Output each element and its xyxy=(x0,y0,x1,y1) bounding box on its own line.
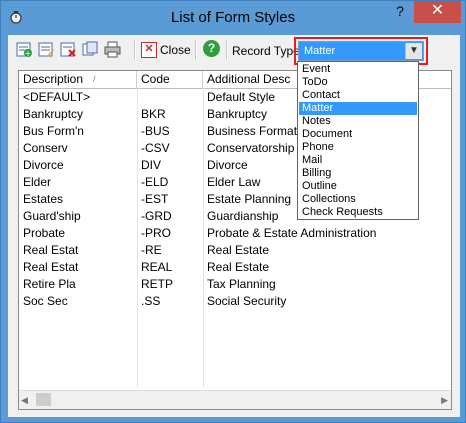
column-header-description[interactable]: Description / xyxy=(19,71,137,88)
cell-description: Bus Form'n xyxy=(23,124,84,138)
table-row[interactable]: Probate -PRO Probate & Estate Administrati… xyxy=(19,225,451,242)
sort-indicator-icon: / xyxy=(93,74,96,84)
cell-description: Conserv xyxy=(23,141,68,155)
scroll-thumb[interactable] xyxy=(36,393,51,406)
dropdown-option[interactable]: Outline xyxy=(299,180,417,193)
dropdown-option[interactable]: Check Requests xyxy=(299,206,417,219)
table-row[interactable]: Real Estat REAL Real Estate xyxy=(19,259,451,276)
cell-additional-desc: Real Estate xyxy=(207,260,270,274)
cell-description: Real Estat xyxy=(23,243,79,257)
record-type-value: Matter xyxy=(304,45,336,57)
dropdown-option[interactable]: Event xyxy=(299,63,417,76)
dropdown-option[interactable]: ToDo xyxy=(299,76,417,89)
table-row[interactable]: Real Estat -RE Real Estate xyxy=(19,242,451,259)
cell-additional-desc: Probate & Estate Administration xyxy=(207,226,377,240)
cell-code: REAL xyxy=(141,260,173,274)
svg-text:+: + xyxy=(25,49,32,58)
cell-additional-desc: Tax Planning xyxy=(207,277,276,291)
chevron-down-icon[interactable]: ▼ xyxy=(405,43,422,59)
cell-description: Elder xyxy=(23,175,52,189)
print-icon[interactable] xyxy=(104,41,121,58)
cell-code: -ELD xyxy=(141,175,169,189)
edit-record-icon[interactable] xyxy=(38,41,55,58)
copy-record-icon[interactable] xyxy=(82,41,99,58)
cell-code: -PRO xyxy=(141,226,171,240)
close-button[interactable]: ✕ Close xyxy=(141,40,191,60)
title-bar[interactable]: List of Form Styles ? ✕ xyxy=(1,1,465,35)
cell-description: <DEFAULT> xyxy=(23,90,91,104)
cell-additional-desc: Social Security xyxy=(207,294,287,308)
title-help-button[interactable]: ? xyxy=(387,1,413,23)
help-icon[interactable]: ? xyxy=(203,40,220,57)
cell-code: -CSV xyxy=(141,141,170,155)
toolbar-separator xyxy=(226,40,228,60)
close-button-label: Close xyxy=(160,43,191,57)
cell-description: Retire Pla xyxy=(23,277,76,291)
record-type-select[interactable]: Matter ▼ xyxy=(298,41,424,61)
dropdown-option[interactable]: Collections xyxy=(299,193,417,206)
cell-description: Estates xyxy=(23,192,64,206)
cell-code: BKR xyxy=(141,107,166,121)
column-header-code[interactable]: Code xyxy=(137,71,203,88)
add-record-icon[interactable]: + xyxy=(16,41,33,58)
cell-code: .SS xyxy=(141,294,161,308)
dropdown-option[interactable]: Phone xyxy=(299,141,417,154)
cell-description: Bankruptcy xyxy=(23,107,84,121)
dropdown-option[interactable]: Notes xyxy=(299,115,417,128)
record-type-dropdown: Event ToDo Contact Matter Notes Document Phone… xyxy=(297,61,419,220)
cell-description: Guard'ship xyxy=(23,209,81,223)
record-type-label: Record Type xyxy=(232,44,300,58)
table-row[interactable]: Soc Sec .SS Social Security xyxy=(19,293,451,310)
dropdown-option[interactable]: Billing xyxy=(299,167,417,180)
cell-code: -BUS xyxy=(141,124,170,138)
dropdown-option[interactable]: Mail xyxy=(299,154,417,167)
toolbar-separator xyxy=(195,40,197,60)
dropdown-option[interactable]: Document xyxy=(299,128,417,141)
cell-code: RETP xyxy=(141,277,174,291)
close-x-icon: ✕ xyxy=(141,42,157,58)
cell-description: Real Estat xyxy=(23,260,79,274)
dropdown-option[interactable]: Contact xyxy=(299,89,417,102)
scroll-right-icon[interactable]: ▶ xyxy=(441,395,448,406)
cell-code: -GRD xyxy=(141,209,172,223)
cell-code: DIV xyxy=(141,158,162,172)
cell-description: Divorce xyxy=(23,158,64,172)
cell-description: Soc Sec xyxy=(23,294,68,308)
cell-additional-desc: Real Estate xyxy=(207,243,270,257)
delete-record-icon[interactable] xyxy=(60,41,77,58)
toolbar-separator xyxy=(134,40,136,60)
table-row[interactable]: Retire Pla RETP Tax Planning xyxy=(19,276,451,293)
horizontal-scrollbar[interactable]: ◀ ▶ xyxy=(19,390,451,409)
window-close-button[interactable]: ✕ xyxy=(414,1,461,23)
scroll-left-icon[interactable]: ◀ xyxy=(21,395,28,406)
cell-description: Probate xyxy=(23,226,66,240)
cell-code xyxy=(137,89,203,106)
dropdown-option[interactable]: Matter xyxy=(299,102,417,115)
cell-code: -RE xyxy=(141,243,162,257)
cell-code: -EST xyxy=(141,192,169,206)
